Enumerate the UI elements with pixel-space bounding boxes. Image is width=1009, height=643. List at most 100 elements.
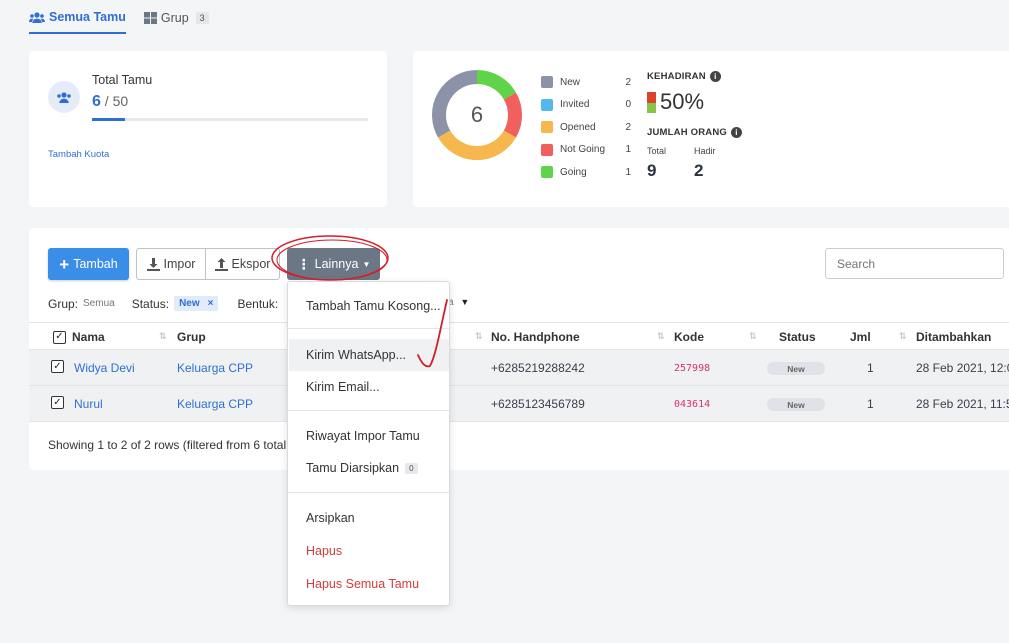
upload-icon: [214, 257, 228, 271]
kehadiran-heading: KEHADIRAN i: [647, 71, 721, 82]
total-tamu-count: 6 / 50: [92, 93, 128, 111]
sort-icon[interactable]: ⇅: [657, 331, 665, 342]
tab-semua-tamu[interactable]: Semua Tamu: [29, 10, 126, 34]
grup-count-badge: 3: [195, 12, 209, 24]
pagination-summary: Showing 1 to 2 of 2 rows (filtered from …: [48, 438, 294, 452]
grup-header[interactable]: Grup: [177, 330, 206, 344]
guest-name[interactable]: Nurul: [74, 397, 103, 411]
legend-label: Not Going: [560, 144, 606, 156]
legend-swatch: [541, 143, 553, 156]
impor-button[interactable]: Impor: [136, 248, 206, 280]
grup-filter-label: Grup:: [48, 296, 79, 311]
ekspor-button-label: Ekspor: [231, 257, 271, 271]
guest-count: 6: [92, 93, 101, 110]
menu-item-hapus-semua[interactable]: Hapus Semua Tamu: [306, 577, 419, 591]
attendance-bar: [647, 92, 656, 113]
tambah-button-label: Tambah: [73, 257, 118, 271]
menu-item-kirim-email[interactable]: Kirim Email...: [306, 380, 380, 394]
status-summary-card: 6 New 2 Invited 0 Opened 2 Not Going 1 Going 1 KE…: [413, 51, 1009, 207]
legend-label: Going: [560, 166, 587, 178]
search-input[interactable]: [825, 248, 1004, 279]
donut-center-count: 6: [470, 102, 484, 127]
tambah-button[interactable]: + Tambah: [48, 248, 129, 280]
hadir-label: Hadir: [694, 146, 716, 156]
caret-down-icon: ▼: [460, 297, 470, 307]
guest-group[interactable]: Keluarga CPP: [177, 361, 253, 375]
attendance-bar-green: [647, 102, 656, 113]
caret-down-icon: ▼: [362, 259, 371, 269]
status-legend: New 2 Invited 0 Opened 2 Not Going 1 Going 1: [541, 71, 631, 184]
legend-swatch: [541, 166, 553, 179]
sort-icon[interactable]: ⇅: [159, 331, 167, 342]
phone-header[interactable]: No. Handphone: [491, 330, 580, 344]
download-icon: [146, 257, 160, 271]
legend-value: 2: [625, 121, 631, 133]
users-icon: [29, 11, 45, 23]
menu-divider: [288, 410, 449, 411]
menu-divider: [288, 492, 449, 493]
guest-name[interactable]: Widya Devi: [74, 361, 135, 375]
guest-code: 257998: [674, 363, 711, 374]
grid-icon: [143, 12, 157, 24]
status-filter-label: Status:: [131, 296, 170, 311]
jumlah-orang-heading: JUMLAH ORANG i: [647, 127, 742, 138]
info-icon[interactable]: i: [730, 127, 742, 138]
select-all-header: ✓ Nama: [53, 330, 105, 344]
status-header[interactable]: Status: [779, 330, 816, 344]
table-row[interactable]: ✓ Nurul Keluarga CPP +6285123456789 0436…: [29, 386, 1009, 422]
guest-list-card: + Tambah Impor Ekspor ⋮ Lainnya ▼ Grup: …: [29, 228, 1009, 470]
filter-bar: Grup: Semua Status: New × Bentuk:: [48, 296, 278, 311]
lainnya-dropdown-menu: Tambah Tamu Kosong... Kirim WhatsApp... …: [287, 281, 450, 606]
status-chip-label: New: [179, 298, 200, 309]
added-header[interactable]: Ditambahkan: [916, 330, 991, 344]
kehadiran-value: 50%: [660, 89, 705, 114]
nama-header[interactable]: Nama: [72, 330, 105, 344]
total-tamu-label: Total Tamu: [92, 73, 153, 87]
hadir-value: 2: [694, 161, 704, 180]
impor-button-label: Impor: [163, 257, 196, 271]
legend-label: Invited: [560, 99, 590, 111]
row-checkbox[interactable]: ✓: [51, 360, 64, 373]
jml-header[interactable]: Jml: [850, 330, 871, 344]
sort-icon[interactable]: ⇅: [475, 331, 483, 342]
plus-icon: +: [59, 254, 70, 274]
legend-swatch: [541, 76, 553, 89]
lainnya-button-label: Lainnya: [314, 257, 359, 271]
kebab-icon: ⋮: [296, 255, 311, 272]
sort-icon[interactable]: ⇅: [749, 331, 757, 342]
menu-item-riwayat-impor[interactable]: Riwayat Impor Tamu: [306, 429, 420, 443]
quota-progress-fill: [92, 118, 126, 121]
ekspor-button[interactable]: Ekspor: [205, 248, 280, 280]
tambah-kuota-link[interactable]: Tambah Kuota: [48, 149, 109, 160]
grup-filter-value[interactable]: Semua: [83, 298, 115, 309]
status-filter-chip[interactable]: New ×: [174, 296, 219, 311]
bentuk-filter-label: Bentuk:: [237, 296, 279, 311]
close-icon[interactable]: ×: [208, 298, 214, 309]
legend-value: 0: [625, 99, 631, 111]
menu-item-hapus[interactable]: Hapus: [306, 544, 342, 558]
sort-icon[interactable]: ⇅: [899, 331, 907, 342]
menu-item-arsipkan[interactable]: Arsipkan: [306, 511, 355, 525]
guest-added: 28 Feb 2021, 11:52: [916, 397, 1009, 411]
table-row[interactable]: ✓ Widya Devi Keluarga CPP +6285219288242…: [29, 350, 1009, 386]
tab-grup[interactable]: Grup 3: [143, 10, 209, 34]
menu-item-tamu-diarsipkan[interactable]: Tamu Diarsipkan 0: [306, 461, 418, 475]
row-checkbox[interactable]: ✓: [51, 396, 64, 409]
legend-swatch: [541, 98, 553, 111]
guest-limit: / 50: [104, 93, 129, 109]
guest-phone: +6285123456789: [491, 397, 585, 411]
kode-header[interactable]: Kode: [674, 330, 704, 344]
legend-value: 2: [625, 76, 631, 88]
select-all-checkbox[interactable]: ✓: [53, 330, 66, 344]
menu-item-tambah-tamu-kosong[interactable]: Tambah Tamu Kosong...: [306, 299, 441, 313]
legend-value: 1: [625, 144, 631, 156]
bentuk-filter-value[interactable]: a ▼: [448, 297, 469, 308]
legend-item: New 2: [541, 71, 631, 94]
menu-item-kirim-whatsapp[interactable]: Kirim WhatsApp...: [306, 348, 406, 362]
legend-item: Not Going 1: [541, 139, 631, 162]
users-icon: [57, 91, 71, 103]
info-icon[interactable]: i: [709, 71, 721, 82]
guest-group[interactable]: Keluarga CPP: [177, 397, 253, 411]
archived-count-badge: 0: [405, 463, 418, 475]
lainnya-button[interactable]: ⋮ Lainnya ▼: [287, 248, 380, 280]
